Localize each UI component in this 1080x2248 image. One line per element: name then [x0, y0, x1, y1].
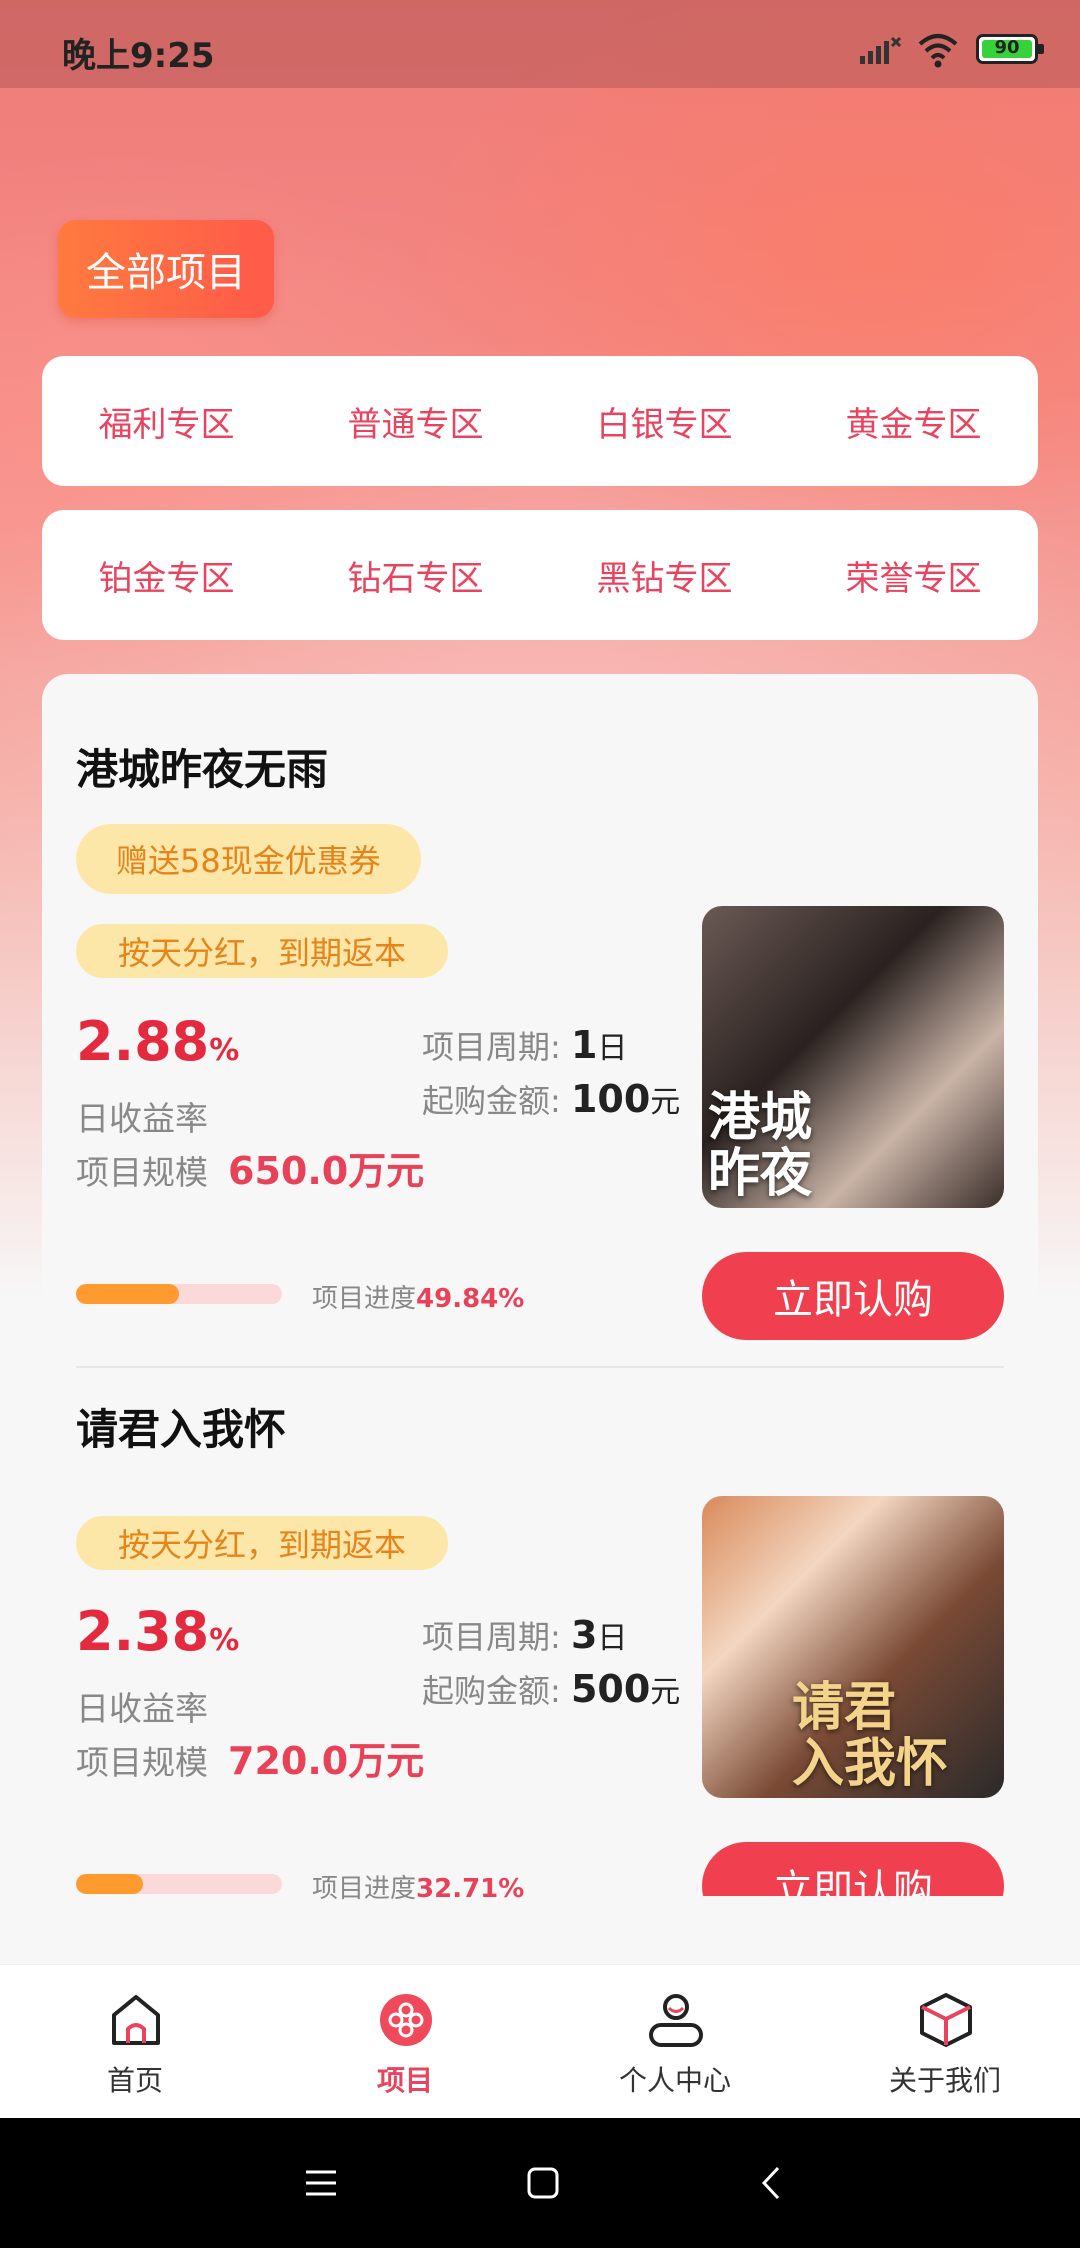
- zone-diamond[interactable]: 钻石专区: [291, 551, 540, 600]
- project-period: 项目周期: 1日: [422, 1022, 627, 1068]
- dividend-tag: 按天分红，到期返本: [76, 1516, 449, 1570]
- zone-platinum[interactable]: 铂金专区: [42, 551, 291, 600]
- min-purchase: 起购金额: 500元: [422, 1666, 680, 1712]
- period-label: 项目周期:: [422, 1618, 561, 1656]
- progress-label: 项目进度: [312, 1874, 417, 1904]
- progress-text: 项目进度32.71%: [312, 1868, 524, 1905]
- project-scale: 项目规模 720.0万元: [76, 1730, 424, 1785]
- battery-level: 90: [994, 37, 1020, 58]
- nav-about[interactable]: 关于我们: [810, 1965, 1080, 2119]
- rate-unit: %: [209, 1033, 240, 1068]
- home-icon: [112, 1995, 160, 2045]
- bottom-nav: 首页 项目 个人中心 关于我们: [0, 1964, 1080, 2119]
- cube-icon: [920, 1993, 972, 2047]
- nav-home[interactable]: 首页: [0, 1965, 270, 2119]
- battery-icon: 90: [976, 34, 1044, 64]
- progress-bar: [76, 1284, 282, 1304]
- period-value: 1: [570, 1023, 598, 1067]
- zone-row-2: 铂金专区 钻石专区 黑钻专区 荣誉专区: [42, 510, 1038, 640]
- daily-rate: 2.88%: [76, 1010, 239, 1073]
- scale-value: 720.0万元: [228, 1739, 425, 1783]
- progress-text: 项目进度49.84%: [312, 1278, 524, 1315]
- zone-normal[interactable]: 普通专区: [291, 397, 540, 446]
- project-poster[interactable]: 请君 入我怀: [702, 1496, 1004, 1798]
- scale-label: 项目规模: [76, 1153, 208, 1192]
- scale-value: 650.0万元: [228, 1149, 425, 1193]
- progress-bar: [76, 1874, 282, 1894]
- all-projects-button[interactable]: 全部项目: [58, 220, 274, 318]
- nav-home-label: 首页: [106, 2064, 163, 2097]
- nav-profile-label: 个人中心: [618, 2064, 731, 2097]
- zone-black-diamond[interactable]: 黑钻专区: [540, 551, 789, 600]
- project-title: 请君入我怀: [76, 1405, 287, 1454]
- rate-value: 2.38: [76, 1600, 210, 1663]
- projects-icon: [380, 1994, 432, 2046]
- min-value: 500: [570, 1667, 651, 1711]
- buy-button[interactable]: 立即认购: [702, 1842, 1004, 1896]
- status-time: 晚上9:25: [62, 36, 215, 76]
- period-unit: 日: [597, 1621, 628, 1656]
- project-title: 港城昨夜无雨: [76, 745, 329, 794]
- period-unit: 日: [597, 1031, 628, 1066]
- progress-value: 32.71%: [416, 1874, 525, 1904]
- user-icon: [649, 1994, 703, 2047]
- min-value: 100: [570, 1077, 651, 1121]
- progress-fill: [76, 1874, 144, 1894]
- nav-about-label: 关于我们: [888, 2064, 1001, 2097]
- poster-title: 请君 入我怀: [792, 1677, 949, 1794]
- progress-value: 49.84%: [416, 1284, 525, 1314]
- rate-unit: %: [209, 1623, 240, 1658]
- min-unit: 元: [650, 1085, 681, 1120]
- nav-projects-label: 项目: [376, 2064, 433, 2097]
- item-divider: [76, 1366, 1004, 1368]
- menu-icon[interactable]: [300, 2162, 342, 2204]
- period-label: 项目周期:: [422, 1028, 561, 1066]
- project-period: 项目周期: 3日: [422, 1612, 627, 1658]
- daily-rate: 2.38%: [76, 1600, 239, 1663]
- buy-button[interactable]: 立即认购: [702, 1252, 1004, 1340]
- progress-fill: [76, 1284, 179, 1304]
- nav-profile[interactable]: 个人中心: [540, 1965, 810, 2119]
- rate-label: 日收益率: [76, 1689, 208, 1728]
- rate-value: 2.88: [76, 1010, 210, 1073]
- zone-gold[interactable]: 黄金专区: [789, 397, 1038, 446]
- project-poster[interactable]: 港城 昨夜: [702, 906, 1004, 1208]
- signal-icon: [860, 36, 902, 64]
- dividend-tag: 按天分红，到期返本: [76, 924, 449, 978]
- project-scale: 项目规模 650.0万元: [76, 1140, 424, 1195]
- coupon-badge: 赠送58现金优惠券: [76, 824, 421, 894]
- zone-welfare[interactable]: 福利专区: [42, 397, 291, 446]
- zone-honor[interactable]: 荣誉专区: [789, 551, 1038, 600]
- home-square-icon[interactable]: [522, 2162, 564, 2204]
- min-label: 起购金额:: [422, 1082, 561, 1120]
- nav-projects[interactable]: 项目: [270, 1965, 540, 2119]
- wifi-icon: [918, 34, 958, 68]
- scale-label: 项目规模: [76, 1743, 208, 1782]
- progress-label: 项目进度: [312, 1284, 417, 1314]
- period-value: 3: [570, 1613, 598, 1657]
- zone-row-1: 福利专区 普通专区 白银专区 黄金专区: [42, 356, 1038, 486]
- min-label: 起购金额:: [422, 1672, 561, 1710]
- buy-button-clip: 立即认购: [702, 1834, 1004, 1896]
- project-list: 港城昨夜无雨 赠送58现金优惠券 按天分红，到期返本 2.88% 日收益率 项目…: [42, 674, 1038, 1964]
- rate-label: 日收益率: [76, 1099, 208, 1138]
- min-purchase: 起购金额: 100元: [422, 1076, 680, 1122]
- min-unit: 元: [650, 1675, 681, 1710]
- zone-silver[interactable]: 白银专区: [540, 397, 789, 446]
- poster-title: 港城 昨夜: [708, 1087, 813, 1204]
- status-bar: 晚上9:25 90: [0, 0, 1080, 88]
- back-icon[interactable]: [750, 2162, 792, 2204]
- system-nav-bar: [0, 2118, 1080, 2248]
